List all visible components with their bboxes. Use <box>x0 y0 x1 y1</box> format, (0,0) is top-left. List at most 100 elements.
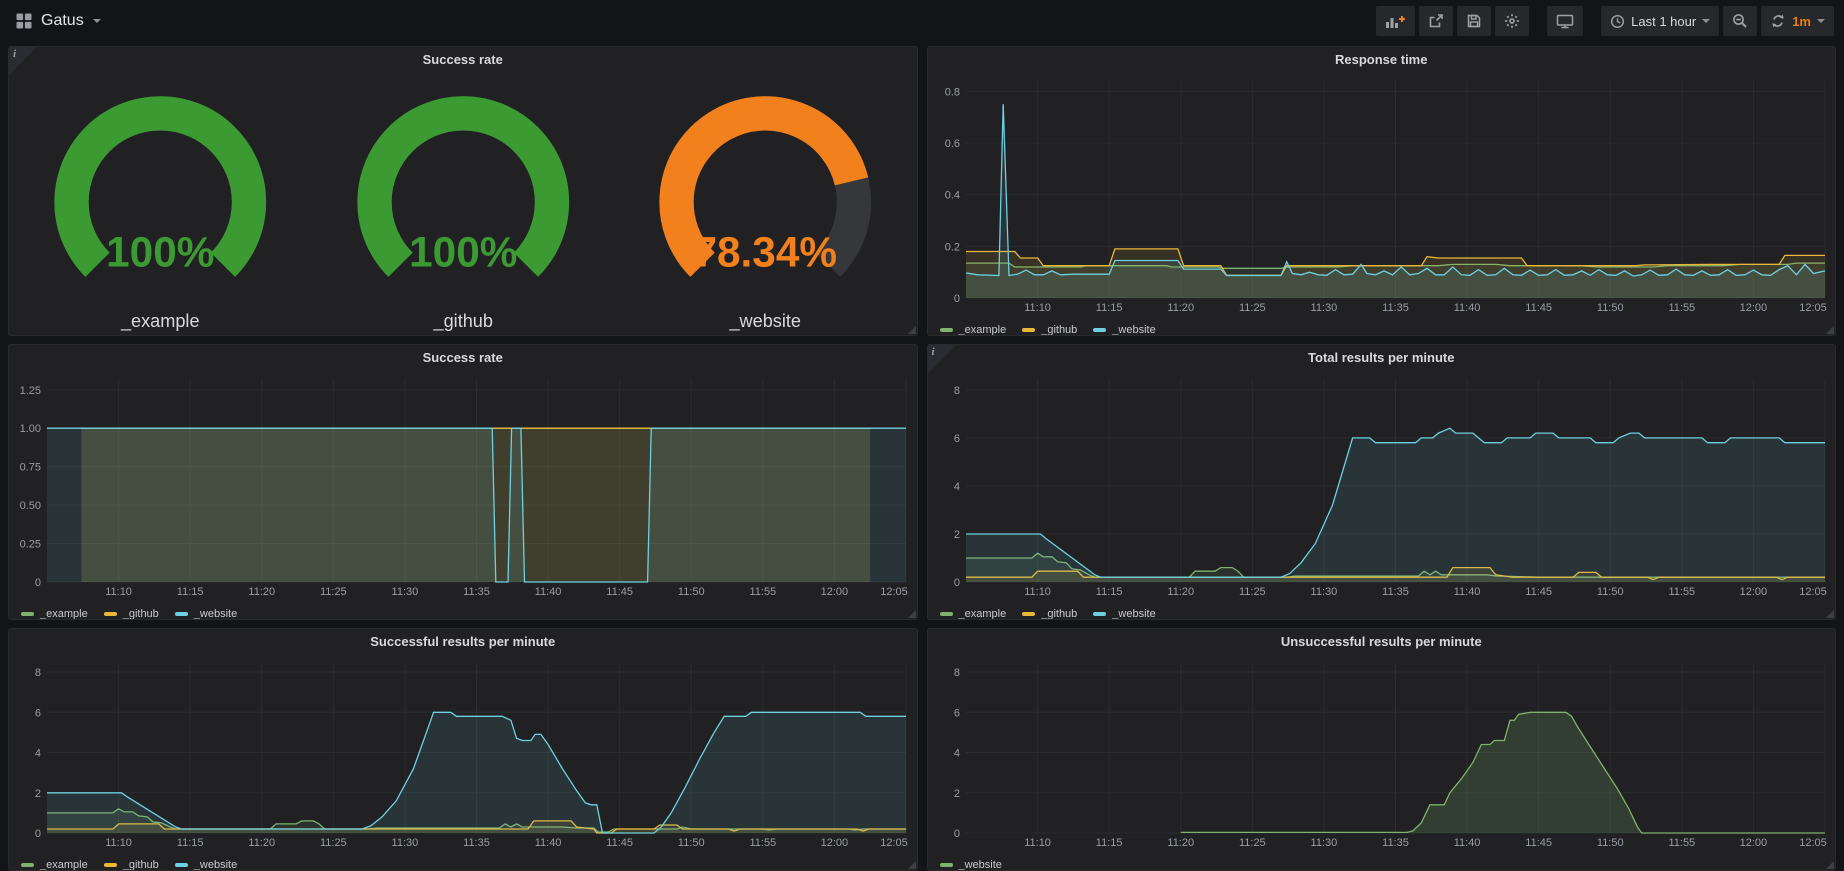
chart-canvas[interactable]: 0246811:1011:1511:2011:2511:3011:3511:40… <box>11 655 911 850</box>
x-axis-tick-label: 12:05 <box>880 586 908 598</box>
zoom-out-button[interactable] <box>1723 6 1757 36</box>
x-axis-tick-label: 11:40 <box>1453 586 1480 598</box>
legend-label: _example <box>40 608 88 620</box>
chart-unsuccessful-results[interactable]: 0246811:1011:1511:2011:2511:3011:3511:40… <box>930 655 1830 855</box>
legend-item-_example[interactable]: _example <box>21 608 88 620</box>
x-axis-tick-label: 11:10 <box>1024 837 1051 849</box>
legend-label: _website <box>194 608 237 620</box>
chart-canvas[interactable]: 0246811:1011:1511:2011:2511:3011:3511:40… <box>930 655 1830 850</box>
chart-canvas[interactable]: 0246811:1011:1511:2011:2511:3011:3511:40… <box>930 371 1830 599</box>
y-axis-tick-label: 0 <box>35 828 41 840</box>
legend-label: _example <box>40 859 88 871</box>
y-axis-tick-label: 0 <box>953 293 959 305</box>
legend-item-_website[interactable]: _website <box>1093 608 1155 620</box>
legend-item-_github[interactable]: _github <box>104 608 159 620</box>
x-axis-tick-label: 11:25 <box>1238 837 1265 849</box>
x-axis-tick-label: 11:10 <box>1024 586 1051 598</box>
panel-title[interactable]: Total results per minute <box>928 345 1836 371</box>
legend-item-_website[interactable]: _website <box>175 859 237 871</box>
legend-item-_example[interactable]: _example <box>940 324 1007 336</box>
chart-canvas[interactable]: 00.250.500.751.001.2511:1011:1511:2011:2… <box>11 371 911 599</box>
panel-response-time: Response time 00.20.40.60.811:1011:1511:… <box>927 46 1837 336</box>
dashboards-grid-icon[interactable] <box>16 13 32 29</box>
gear-icon <box>1504 13 1520 29</box>
x-axis-tick-label: 11:35 <box>1382 586 1409 598</box>
gauge-label: _website <box>728 311 801 332</box>
gauge-canvas: 100%_example <box>9 73 312 336</box>
panel-resize-handle[interactable] <box>1826 610 1834 618</box>
refresh-button[interactable]: 1m <box>1761 6 1834 36</box>
x-axis-tick-label: 11:40 <box>1453 837 1480 849</box>
panel-info-icon[interactable]: i <box>928 345 956 373</box>
panel-title[interactable]: Response time <box>928 47 1836 73</box>
series-area-_website <box>47 428 906 582</box>
cycle-view-button[interactable] <box>1547 6 1583 36</box>
x-axis-tick-label: 11:50 <box>1596 837 1623 849</box>
legend-item-_example[interactable]: _example <box>940 608 1007 620</box>
x-axis-tick-label: 11:15 <box>1095 837 1122 849</box>
panel-total-results: i Total results per minute 0246811:1011:… <box>927 344 1837 620</box>
x-axis-tick-label: 11:45 <box>1525 302 1552 314</box>
x-axis-tick-label: 11:35 <box>1382 302 1409 314</box>
save-icon <box>1466 13 1482 29</box>
legend-item-_github[interactable]: _github <box>1022 608 1077 620</box>
panel-resize-handle[interactable] <box>908 861 916 869</box>
legend-item-_example[interactable]: _example <box>21 859 88 871</box>
x-axis-tick-label: 11:30 <box>1310 586 1337 598</box>
legend-item-_website[interactable]: _website <box>940 859 1002 871</box>
x-axis-tick-label: 11:25 <box>320 837 347 849</box>
dashboard-title[interactable]: Gatus <box>41 12 84 30</box>
y-axis-tick-label: 0 <box>953 577 959 589</box>
chart-legend: _website <box>928 855 1836 871</box>
x-axis-tick-label: 11:35 <box>1382 837 1409 849</box>
settings-button[interactable] <box>1495 6 1529 36</box>
x-axis-tick-label: 11:45 <box>1525 586 1552 598</box>
share-button[interactable] <box>1419 6 1453 36</box>
y-axis-tick-label: 1.25 <box>20 385 41 397</box>
chart-response-time[interactable]: 00.20.40.60.811:1011:1511:2011:2511:3011… <box>930 73 1830 320</box>
refresh-interval-label[interactable]: 1m <box>1792 14 1811 29</box>
panel-resize-handle[interactable] <box>908 610 916 618</box>
y-axis-tick-label: 4 <box>953 748 959 760</box>
legend-swatch <box>21 863 34 867</box>
gauge-value: 100% <box>409 229 517 276</box>
panel-info-icon[interactable]: i <box>9 47 37 75</box>
x-axis-tick-label: 12:00 <box>821 586 849 598</box>
panel-resize-handle[interactable] <box>908 326 916 334</box>
x-axis-tick-label: 11:55 <box>1668 837 1695 849</box>
legend-item-_github[interactable]: _github <box>1022 324 1077 336</box>
time-range-button[interactable]: Last 1 hour <box>1601 6 1719 36</box>
chart-legend: _example _github _website <box>928 320 1836 336</box>
add-panel-icon <box>1385 13 1406 29</box>
panel-title[interactable]: Success rate <box>9 345 917 371</box>
y-axis-tick-label: 0.4 <box>944 190 959 202</box>
legend-label: _github <box>123 859 159 871</box>
add-panel-button[interactable] <box>1376 6 1415 36</box>
series-area-_website <box>1180 712 1824 833</box>
x-axis-tick-label: 11:15 <box>1095 586 1122 598</box>
save-button[interactable] <box>1457 6 1491 36</box>
panel-title[interactable]: Success rate <box>9 47 917 73</box>
legend-item-_website[interactable]: _website <box>1093 324 1155 336</box>
chart-successful-results[interactable]: 0246811:1011:1511:2011:2511:3011:3511:40… <box>11 655 911 855</box>
panel-successful-results: Successful results per minute 0246811:10… <box>8 628 918 871</box>
legend-label: _website <box>1112 608 1155 620</box>
panel-title[interactable]: Unsuccessful results per minute <box>928 629 1836 655</box>
share-icon <box>1428 13 1444 29</box>
chart-success-rate[interactable]: 00.250.500.751.001.2511:1011:1511:2011:2… <box>11 371 911 604</box>
panel-title[interactable]: Successful results per minute <box>9 629 917 655</box>
panel-resize-handle[interactable] <box>1826 326 1834 334</box>
y-axis-tick-label: 0 <box>953 828 959 840</box>
chart-canvas[interactable]: 00.20.40.60.811:1011:1511:2011:2511:3011… <box>930 73 1830 315</box>
time-range-label: Last 1 hour <box>1631 14 1696 29</box>
chart-total-results[interactable]: 0246811:1011:1511:2011:2511:3011:3511:40… <box>930 371 1830 604</box>
y-axis-tick-label: 4 <box>35 748 41 760</box>
panel-resize-handle[interactable] <box>1826 861 1834 869</box>
clock-icon <box>1610 14 1625 29</box>
legend-swatch <box>175 612 188 616</box>
legend-item-_github[interactable]: _github <box>104 859 159 871</box>
zoom-out-icon <box>1732 13 1748 29</box>
legend-item-_website[interactable]: _website <box>175 608 237 620</box>
x-axis-tick-label: 11:45 <box>1525 837 1552 849</box>
chart-legend: _example _github _website <box>928 604 1836 620</box>
